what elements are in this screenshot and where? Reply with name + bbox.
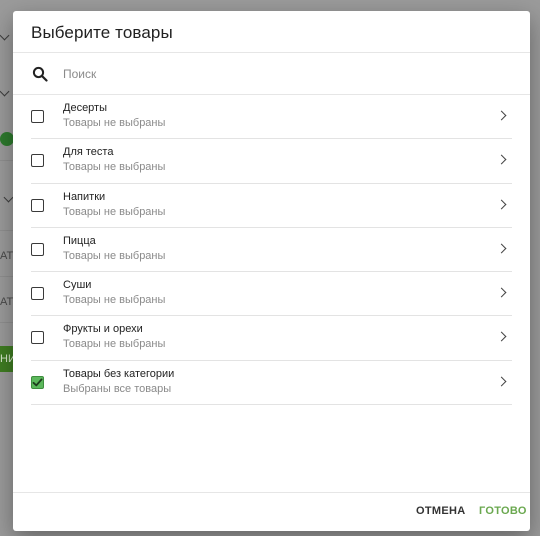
chevron-down-icon: [0, 86, 10, 97]
select-products-dialog: Выберите товары Десерты Товары не выбран…: [13, 11, 530, 531]
item-status: Товары не выбраны: [63, 117, 166, 129]
item-name: Фрукты и орехи: [63, 323, 143, 336]
checkmark-icon: [32, 378, 43, 387]
checkbox[interactable]: [31, 198, 44, 212]
item-status: Товары не выбраны: [63, 161, 166, 174]
list-item-for-test[interactable]: Для теста Товары не выбраны: [13, 139, 530, 184]
dialog-title: Выберите товары: [31, 23, 173, 42]
search-input[interactable]: [63, 63, 483, 85]
checkbox[interactable]: [31, 242, 44, 256]
item-status: Товары не выбраны: [63, 205, 166, 218]
chevron-right-icon[interactable]: [496, 243, 507, 254]
divider: [0, 160, 14, 161]
toggle-switch: [0, 132, 14, 146]
list-item-sushi[interactable]: Суши Товары не выбраны: [13, 272, 530, 317]
checkbox[interactable]: [31, 331, 44, 345]
cancel-button[interactable]: ОТМЕНА: [416, 505, 465, 517]
divider: [31, 404, 512, 406]
list-item-pizza[interactable]: Пицца Товары не выбраны: [13, 228, 530, 273]
item-name: Суши: [63, 279, 92, 292]
checkbox[interactable]: [31, 110, 44, 123]
item-status: Выбраны все товары: [63, 382, 172, 395]
chevron-right-icon[interactable]: [496, 199, 507, 210]
chevron-right-icon[interactable]: [496, 376, 507, 387]
checkbox[interactable]: [31, 154, 44, 168]
divider: [13, 492, 530, 493]
divider: [0, 230, 14, 231]
list-item-drinks[interactable]: Напитки Товары не выбраны: [13, 184, 530, 228]
divider: [0, 322, 14, 323]
checkbox-checked[interactable]: [31, 375, 44, 389]
category-list: Десерты Товары не выбраны Для теста Това…: [13, 95, 530, 406]
chevron-right-icon[interactable]: [496, 154, 507, 165]
item-name: Напитки: [63, 190, 106, 203]
chevron-down-icon: [3, 192, 14, 203]
chevron-right-icon[interactable]: [496, 287, 507, 298]
list-item-desserts[interactable]: Десерты Товары не выбраны: [13, 95, 530, 140]
chevron-right-icon[interactable]: [496, 332, 507, 342]
done-button[interactable]: ГОТОВО: [479, 505, 527, 517]
item-status: Товары не выбраны: [63, 294, 166, 307]
item-status: Товары не выбраны: [63, 249, 166, 262]
item-name: Пицца: [63, 234, 96, 247]
list-item-fruits-nuts[interactable]: Фрукты и орехи Товары не выбраны: [13, 316, 530, 361]
checkbox[interactable]: [31, 287, 44, 301]
background-label: АТ: [0, 250, 14, 262]
list-item-uncategorized[interactable]: Товары без категории Выбраны все товары: [13, 361, 530, 406]
chevron-right-icon[interactable]: [496, 110, 507, 121]
search-row: [13, 53, 530, 95]
chevron-down-icon: [0, 30, 10, 41]
item-name: Для теста: [63, 146, 114, 159]
item-status: Товары не выбраны: [63, 338, 166, 351]
divider: [0, 276, 14, 277]
background-button: НИ: [0, 346, 14, 372]
item-name: Товары без категории: [63, 367, 175, 380]
item-name: Десерты: [63, 102, 108, 114]
search-icon: [32, 66, 48, 82]
background-label: АТ: [0, 296, 14, 308]
